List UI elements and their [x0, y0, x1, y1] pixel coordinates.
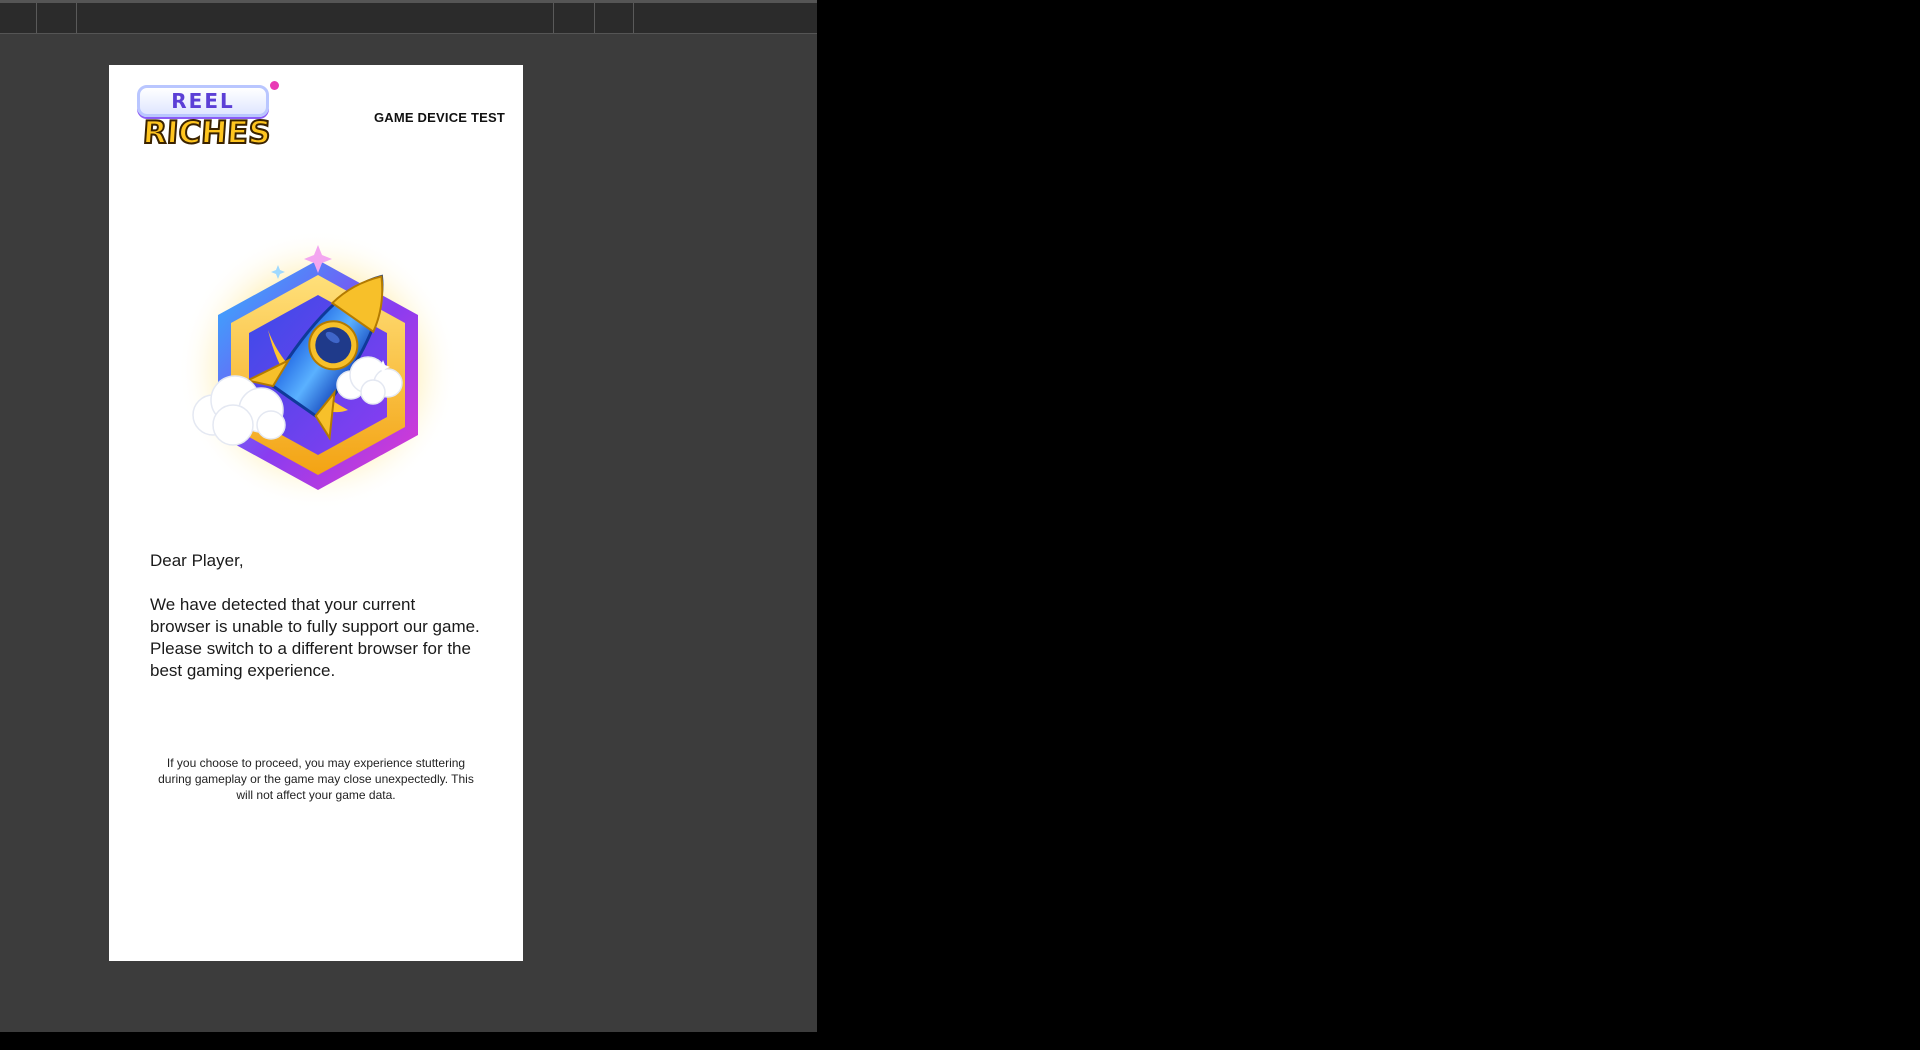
bottom-strip: [0, 1032, 817, 1050]
toolbar-button[interactable]: [0, 3, 37, 33]
toolbar-button[interactable]: [37, 3, 77, 33]
rocket-icon: [178, 230, 458, 510]
disclaimer-text: If you choose to proceed, you may experi…: [158, 756, 474, 802]
logo-dot: [270, 81, 279, 90]
message-block: Dear Player, We have detected that your …: [150, 550, 480, 682]
toolbar-button[interactable]: [554, 3, 595, 33]
logo-reel-text: REEL: [137, 85, 269, 117]
message-body: We have detected that your current brows…: [150, 595, 480, 680]
greeting-text: Dear Player,: [150, 551, 244, 570]
logo-riches-text: RICHES: [141, 114, 273, 152]
toolbar-button[interactable]: [595, 3, 634, 33]
devtools-toolbar: [0, 0, 817, 34]
device-viewport: REEL RICHES GAME DEVICE TEST Dear Player…: [109, 65, 523, 961]
reel-riches-logo: REEL RICHES: [127, 81, 287, 157]
toolbar-field[interactable]: [77, 3, 554, 33]
page-title: GAME DEVICE TEST: [373, 110, 505, 125]
devtools-panel: REEL RICHES GAME DEVICE TEST Dear Player…: [0, 0, 817, 1032]
